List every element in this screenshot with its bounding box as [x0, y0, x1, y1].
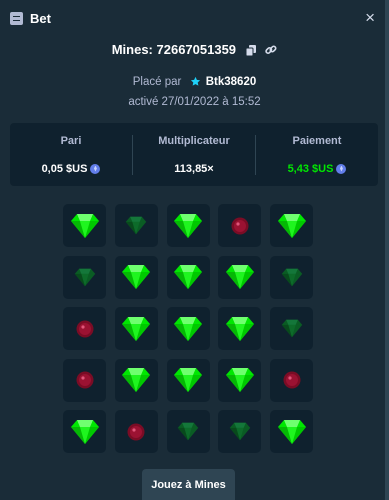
gem-icon [225, 264, 255, 290]
gem-unrevealed-icon [177, 422, 199, 441]
mine-tile[interactable] [166, 358, 210, 402]
stat-payout-value-row: 5,43 $US [256, 163, 378, 175]
mine-icon [282, 370, 302, 390]
mine-tile[interactable] [63, 358, 106, 402]
gem-icon [225, 367, 255, 393]
mine-tile[interactable] [270, 204, 313, 247]
mine-tile[interactable] [166, 410, 210, 453]
mine-icon [75, 319, 95, 339]
gem-icon [225, 316, 255, 342]
stat-payout-label: Paiement [292, 134, 342, 147]
mine-icon [75, 370, 95, 390]
gem-icon [70, 419, 100, 445]
gem-unrevealed-icon [281, 268, 303, 287]
stat-multiplier: Multiplicateur 113,85× [132, 134, 255, 175]
play-mines-button[interactable]: Jouez à Mines [142, 469, 235, 500]
stat-payout: Paiement 5,43 $US [255, 134, 378, 175]
mines-grid [63, 204, 313, 453]
close-icon[interactable]: × [365, 9, 375, 26]
stat-multiplier-label: Multiplicateur [158, 134, 230, 147]
bet-id: Mines: 72667051359 [111, 42, 237, 57]
modal-title: Bet [30, 10, 51, 26]
gem-unrevealed-icon [281, 319, 303, 338]
activated-date: activé 27/01/2022 à 15:52 [128, 96, 261, 108]
gem-unrevealed-icon [125, 216, 147, 235]
mine-tile[interactable] [166, 307, 210, 350]
stat-bet-label: Pari [60, 134, 82, 147]
stat-bet: Pari 0,05 $US [10, 135, 132, 175]
bet-stats-panel: Pari 0,05 $US Multiplicateur 113,85× Pai… [10, 123, 378, 186]
mine-tile[interactable] [114, 255, 158, 299]
copy-icon[interactable] [245, 44, 256, 59]
stat-payout-value: 5,43 $US [287, 162, 334, 175]
mine-tile[interactable] [218, 255, 262, 299]
gem-icon [173, 316, 203, 342]
gem-icon [121, 367, 151, 393]
mine-icon [230, 216, 250, 236]
link-icon[interactable] [265, 44, 277, 59]
username[interactable]: Btk38620 [206, 76, 257, 88]
mine-icon [126, 422, 146, 442]
ethereum-coin-icon [336, 163, 347, 174]
mine-tile[interactable] [270, 410, 313, 453]
bet-slip-icon [10, 11, 23, 25]
mine-tile[interactable] [166, 255, 210, 299]
gem-unrevealed-icon [229, 422, 251, 441]
gem-icon [277, 419, 307, 445]
mine-tile[interactable] [166, 204, 210, 247]
scrollbar[interactable] [385, 0, 389, 500]
gem-icon [277, 213, 307, 239]
placed-by-line: Placé par Btk38620 [0, 76, 389, 90]
gem-icon [173, 264, 203, 290]
mine-tile[interactable] [63, 204, 106, 247]
mine-tile[interactable] [63, 255, 106, 299]
stat-bet-value-row: 0,05 $US [10, 163, 132, 175]
mine-tile[interactable] [218, 358, 262, 402]
mine-tile[interactable] [63, 410, 106, 453]
mine-tile[interactable] [218, 307, 262, 350]
vip-star-icon [190, 76, 201, 90]
gem-icon [173, 367, 203, 393]
ethereum-coin-icon [90, 163, 101, 174]
placed-by-label: Placé par [132, 76, 182, 88]
stat-multiplier-value: 113,85× [174, 162, 214, 175]
bet-id-line: Mines: 72667051359 [0, 42, 389, 59]
modal-header: Bet [0, 0, 389, 36]
mine-tile[interactable] [270, 358, 313, 402]
mine-tile[interactable] [270, 307, 313, 350]
stat-bet-value: 0,05 $US [41, 162, 88, 175]
mine-tile[interactable] [114, 410, 158, 453]
mine-tile[interactable] [114, 358, 158, 402]
gem-icon [70, 213, 100, 239]
mine-tile[interactable] [63, 307, 106, 350]
gem-icon [121, 264, 151, 290]
gem-unrevealed-icon [74, 268, 96, 287]
mine-tile[interactable] [114, 204, 158, 247]
gem-icon [121, 316, 151, 342]
gem-icon [173, 213, 203, 239]
mine-tile[interactable] [114, 307, 158, 350]
mine-tile[interactable] [218, 410, 262, 453]
mine-tile[interactable] [218, 204, 262, 247]
mine-tile[interactable] [270, 255, 313, 299]
